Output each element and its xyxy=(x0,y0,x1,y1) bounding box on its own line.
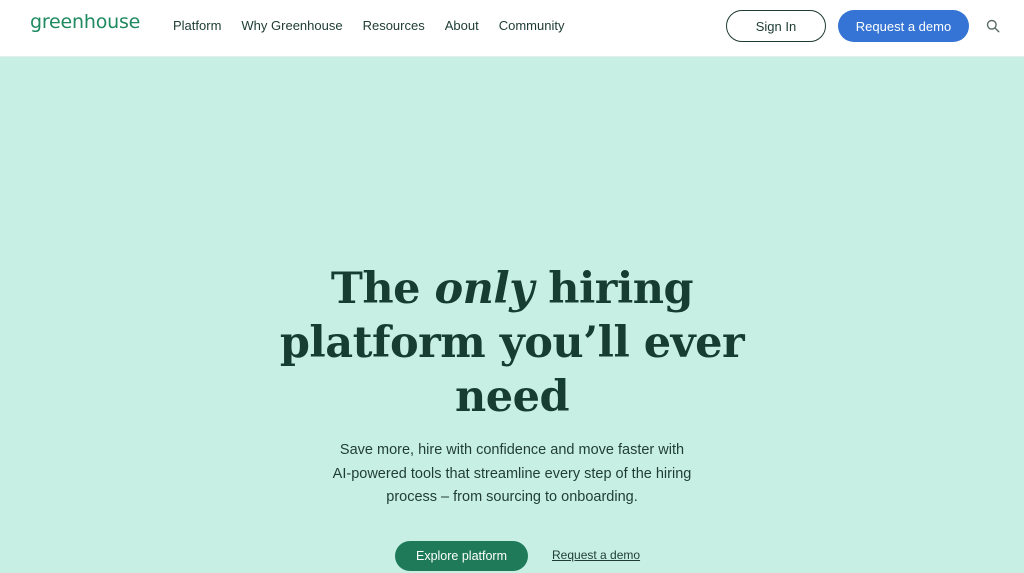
hero-section: The only hiring platform you’ll ever nee… xyxy=(0,57,1024,573)
nav-item-community[interactable]: Community xyxy=(499,18,565,33)
request-demo-button[interactable]: Request a demo xyxy=(838,10,969,42)
greenhouse-logo[interactable]: greenhouse xyxy=(30,11,140,33)
search-button[interactable] xyxy=(984,17,1002,35)
hero-headline: The only hiring platform you’ll ever nee… xyxy=(262,262,762,424)
nav-item-resources[interactable]: Resources xyxy=(363,18,425,33)
nav-item-why-greenhouse[interactable]: Why Greenhouse xyxy=(241,18,342,33)
headline-emphasis: only xyxy=(434,264,534,314)
request-demo-link[interactable]: Request a demo xyxy=(552,548,640,562)
hero-description: Save more, hire with confidence and move… xyxy=(332,442,692,505)
headline-start: The xyxy=(330,264,435,314)
site-header: greenhouse Platform Why Greenhouse Resou… xyxy=(0,0,1024,57)
explore-platform-button[interactable]: Explore platform xyxy=(395,541,528,571)
nav-item-about[interactable]: About xyxy=(445,18,479,33)
main-nav: Platform Why Greenhouse Resources About … xyxy=(163,0,574,50)
sign-in-button[interactable]: Sign In xyxy=(726,10,826,42)
search-icon xyxy=(986,19,1000,33)
nav-item-platform[interactable]: Platform xyxy=(173,18,221,33)
